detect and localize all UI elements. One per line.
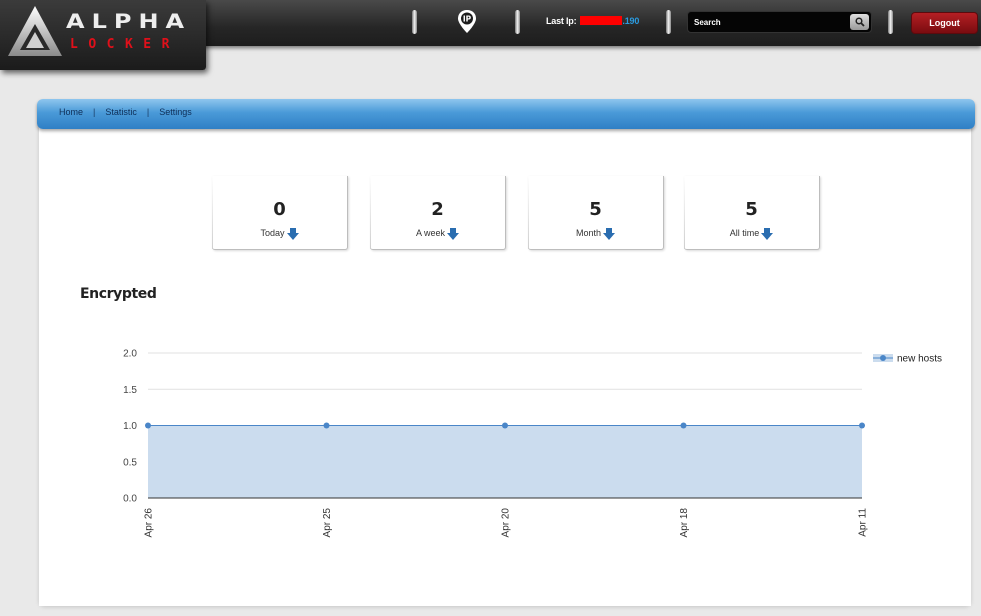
main-nav: Home | Statistic | Settings (37, 99, 975, 129)
nav-separator: | (146, 107, 150, 117)
x-tick-label: Apr 18 (679, 508, 690, 538)
nav-separator: | (93, 107, 96, 117)
x-tick-label: Apr 20 (501, 508, 512, 538)
data-point (145, 422, 151, 429)
nav-statistic[interactable]: Statistic (105, 107, 137, 117)
app-logo[interactable]: ALPHA LOCKER (0, 0, 206, 70)
x-tick-label: Apr 11 (858, 508, 869, 537)
data-point (323, 422, 330, 429)
logo-wordmark: ALPHA (66, 10, 192, 33)
x-tick-label: Apr 26 (144, 508, 155, 538)
logo-subtitle: LOCKER (70, 37, 180, 52)
y-tick-label: 1.5 (123, 385, 137, 396)
data-point (502, 422, 508, 429)
y-tick-label: 0.5 (123, 457, 137, 468)
data-point (859, 422, 865, 429)
y-tick-label: 2.0 (123, 349, 137, 360)
nav-home[interactable]: Home (59, 107, 83, 117)
nav-settings[interactable]: Settings (159, 107, 192, 117)
x-tick-label: Apr 25 (322, 508, 333, 538)
legend-marker (880, 355, 886, 361)
encrypted-chart: 0.0 0.5 1.0 1.5 2.0 Apr 26 Apr 25 Apr 20 Apr 18 A… (123, 349, 942, 538)
y-tick-label: 1.0 (123, 421, 137, 432)
data-point (680, 422, 687, 429)
series-area (148, 425, 862, 498)
legend-label: new hosts (897, 354, 942, 365)
logo-triangle-icon (8, 6, 62, 56)
y-tick-label: 0.0 (123, 494, 137, 505)
